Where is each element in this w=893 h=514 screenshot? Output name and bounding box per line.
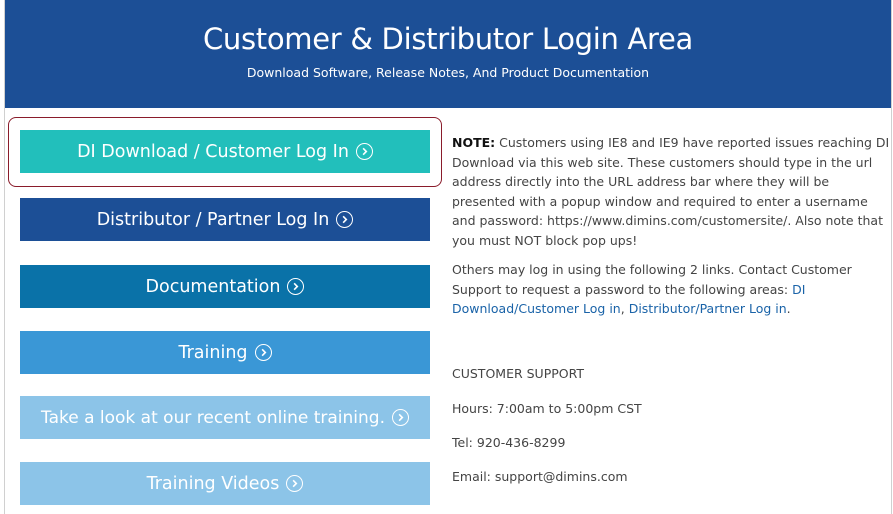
chevron-right-circle-icon — [287, 278, 305, 295]
others-paragraph: Others may log in using the following 2 … — [452, 260, 890, 319]
button-label: Training Videos — [146, 473, 280, 494]
customer-support-heading: CUSTOMER SUPPORT — [452, 366, 585, 381]
period-text: . — [786, 301, 791, 316]
page-subtitle: Download Software, Release Notes, And Pr… — [246, 65, 650, 80]
training-videos-button[interactable]: Training Videos — [20, 462, 430, 505]
chevron-right-circle-icon — [336, 211, 354, 228]
training-button[interactable]: Training — [20, 331, 430, 374]
support-hours: Hours: 7:00am to 5:00pm CST — [452, 401, 642, 416]
chevron-right-circle-icon — [254, 344, 272, 361]
documentation-button[interactable]: Documentation — [20, 265, 430, 308]
page-title: Customer & Distributor Login Area — [202, 22, 694, 56]
button-label: Documentation — [145, 276, 281, 297]
info-panel: NOTE: Customers using IE8 and IE9 have r… — [452, 133, 890, 319]
button-label: Distributor / Partner Log In — [96, 209, 330, 230]
page-header: Customer & Distributor Login Area Downlo… — [5, 0, 891, 108]
note-paragraph: NOTE: Customers using IE8 and IE9 have r… — [452, 133, 890, 250]
recent-online-training-button[interactable]: Take a look at our recent online trainin… — [20, 396, 430, 439]
button-label: Take a look at our recent online trainin… — [41, 407, 385, 428]
chevron-right-circle-icon — [286, 475, 304, 492]
support-email: Email: support@dimins.com — [452, 469, 628, 484]
chevron-right-circle-icon — [355, 143, 373, 160]
note-text: Customers using IE8 and IE9 have reporte… — [452, 135, 890, 248]
distributor-partner-login-link[interactable]: Distributor/Partner Log in — [629, 301, 787, 316]
chevron-right-circle-icon — [391, 409, 409, 426]
di-download-customer-login-button[interactable]: DI Download / Customer Log In — [20, 130, 430, 173]
note-label: NOTE: — [452, 135, 496, 150]
support-phone: Tel: 920-436-8299 — [452, 435, 566, 450]
button-label: Training — [178, 342, 248, 363]
separator-text: , — [620, 301, 629, 316]
button-label: DI Download / Customer Log In — [77, 141, 349, 162]
distributor-partner-login-button[interactable]: Distributor / Partner Log In — [20, 198, 430, 241]
